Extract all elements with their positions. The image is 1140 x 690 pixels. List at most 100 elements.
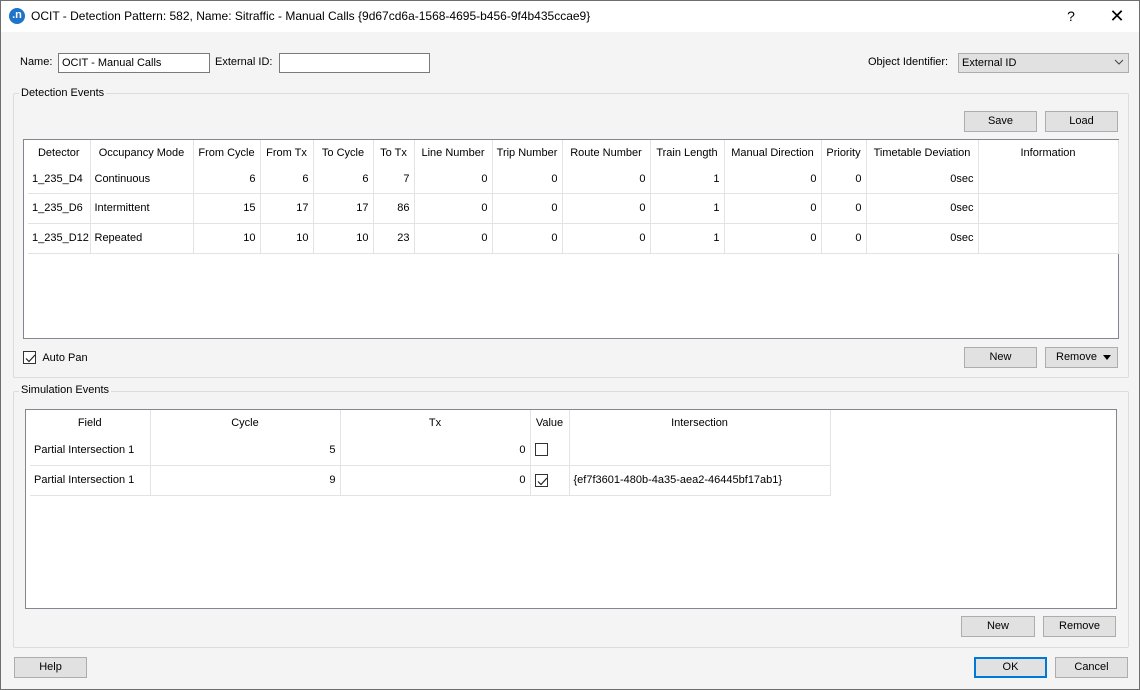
cell-priority[interactable]: 0 [821, 165, 867, 194]
cell-from-tx[interactable]: 17 [260, 193, 314, 224]
cell-from-tx[interactable]: 10 [260, 223, 314, 254]
table-row[interactable]: Partial Intersection 1 5 0 [30, 435, 831, 466]
cell-route-number[interactable]: 0 [562, 223, 651, 254]
cancel-button[interactable]: Cancel [1055, 657, 1128, 678]
column-header-to-cycle[interactable]: To Cycle [313, 140, 374, 165]
column-header-manual-direction[interactable]: Manual Direction [724, 140, 822, 165]
cell-intersection[interactable] [569, 435, 831, 466]
table-row[interactable]: 1_235_D4 Continuous 6 6 6 7 0 0 0 1 0 0 … [28, 165, 1119, 194]
simulation-header-row: Field Cycle Tx Value Intersection [30, 410, 831, 435]
close-icon[interactable]: ✕ [1094, 1, 1140, 32]
save-button[interactable]: Save [964, 111, 1037, 132]
column-header-detector[interactable]: Detector [28, 140, 91, 165]
cell-detector[interactable]: 1_235_D6 [28, 193, 91, 224]
cell-information[interactable] [978, 193, 1119, 224]
cell-to-tx[interactable]: 86 [373, 193, 415, 224]
detection-remove-button[interactable]: Remove [1045, 347, 1118, 368]
column-header-field[interactable]: Field [30, 410, 151, 435]
column-header-information[interactable]: Information [978, 140, 1119, 165]
column-header-value[interactable]: Value [530, 410, 570, 435]
cell-train-length[interactable]: 1 [650, 165, 725, 194]
cell-field[interactable]: Partial Intersection 1 [30, 435, 151, 466]
cell-to-cycle[interactable]: 17 [313, 193, 374, 224]
auto-pan-check-box[interactable] [23, 351, 36, 365]
column-header-trip-number[interactable]: Trip Number [492, 140, 563, 165]
table-row[interactable]: Partial Intersection 1 9 0 {ef7f3601-480… [30, 465, 831, 496]
cell-timetable-deviation[interactable]: 0sec [866, 165, 979, 194]
cell-line-number[interactable]: 0 [414, 165, 493, 194]
cell-manual-direction[interactable]: 0 [724, 165, 822, 194]
column-header-cycle[interactable]: Cycle [150, 410, 341, 435]
cell-line-number[interactable]: 0 [414, 223, 493, 254]
simulation-events-title: Simulation Events [19, 384, 112, 396]
auto-pan-checkbox[interactable]: Auto Pan [23, 350, 88, 365]
cell-to-tx[interactable]: 23 [373, 223, 415, 254]
detection-new-button[interactable]: New [964, 347, 1037, 368]
cell-trip-number[interactable]: 0 [492, 165, 563, 194]
cell-manual-direction[interactable]: 0 [724, 223, 822, 254]
column-header-intersection[interactable]: Intersection [569, 410, 831, 435]
help-question-icon[interactable]: ? [1048, 1, 1094, 32]
cell-train-length[interactable]: 1 [650, 223, 725, 254]
cell-train-length[interactable]: 1 [650, 193, 725, 224]
column-header-line-number[interactable]: Line Number [414, 140, 493, 165]
cell-timetable-deviation[interactable]: 0sec [866, 223, 979, 254]
cell-from-cycle[interactable]: 6 [193, 165, 261, 194]
column-header-route-number[interactable]: Route Number [562, 140, 651, 165]
cell-from-tx[interactable]: 6 [260, 165, 314, 194]
cell-intersection[interactable]: {ef7f3601-480b-4a35-aea2-46445bf17ab1} [569, 465, 831, 496]
cell-from-cycle[interactable]: 15 [193, 193, 261, 224]
value-checkbox[interactable] [534, 443, 548, 457]
cell-field[interactable]: Partial Intersection 1 [30, 465, 151, 496]
simulation-new-button[interactable]: New [961, 616, 1035, 637]
dropdown-arrow-icon[interactable] [1103, 355, 1111, 360]
cell-timetable-deviation[interactable]: 0sec [866, 193, 979, 224]
table-row[interactable]: 1_235_D6 Intermittent 15 17 17 86 0 0 0 … [28, 193, 1119, 224]
load-button[interactable]: Load [1045, 111, 1118, 132]
title-bar: .n OCIT - Detection Pattern: 582, Name: … [1, 1, 1139, 32]
column-header-priority[interactable]: Priority [821, 140, 867, 165]
cell-line-number[interactable]: 0 [414, 193, 493, 224]
cell-cycle[interactable]: 9 [150, 465, 341, 496]
cell-information[interactable] [978, 165, 1119, 194]
cell-detector[interactable]: 1_235_D12 [28, 223, 91, 254]
cell-to-cycle[interactable]: 6 [313, 165, 374, 194]
cell-tx[interactable]: 0 [340, 435, 531, 466]
cell-value[interactable] [530, 435, 570, 466]
cell-from-cycle[interactable]: 10 [193, 223, 261, 254]
cell-trip-number[interactable]: 0 [492, 223, 563, 254]
column-header-from-cycle[interactable]: From Cycle [193, 140, 261, 165]
cell-cycle[interactable]: 5 [150, 435, 341, 466]
column-header-from-tx[interactable]: From Tx [260, 140, 314, 165]
help-button[interactable]: Help [14, 657, 87, 678]
cell-route-number[interactable]: 0 [562, 193, 651, 224]
cell-priority[interactable]: 0 [821, 223, 867, 254]
column-header-train-length[interactable]: Train Length [650, 140, 725, 165]
ok-button[interactable]: OK [974, 657, 1047, 678]
object-identifier-select[interactable]: External ID [958, 53, 1129, 73]
cell-to-tx[interactable]: 7 [373, 165, 415, 194]
external-id-input[interactable] [279, 53, 430, 73]
table-row[interactable]: 1_235_D12 Repeated 10 10 10 23 0 0 0 1 0… [28, 223, 1119, 254]
cell-trip-number[interactable]: 0 [492, 193, 563, 224]
cell-detector[interactable]: 1_235_D4 [28, 165, 91, 194]
cell-value[interactable] [530, 465, 570, 496]
cell-route-number[interactable]: 0 [562, 165, 651, 194]
cell-priority[interactable]: 0 [821, 193, 867, 224]
cell-tx[interactable]: 0 [340, 465, 531, 496]
column-header-to-tx[interactable]: To Tx [373, 140, 415, 165]
cell-manual-direction[interactable]: 0 [724, 193, 822, 224]
app-icon: .n [9, 8, 25, 24]
name-input[interactable] [58, 53, 210, 73]
value-checkbox[interactable] [534, 473, 548, 487]
cell-occupancy-mode[interactable]: Intermittent [90, 193, 194, 224]
cell-occupancy-mode[interactable]: Repeated [90, 223, 194, 254]
column-header-timetable-deviation[interactable]: Timetable Deviation [866, 140, 979, 165]
detection-events-title: Detection Events [19, 87, 107, 99]
simulation-remove-button[interactable]: Remove [1043, 616, 1116, 637]
cell-information[interactable] [978, 223, 1119, 254]
cell-to-cycle[interactable]: 10 [313, 223, 374, 254]
column-header-occupancy-mode[interactable]: Occupancy Mode [90, 140, 194, 165]
cell-occupancy-mode[interactable]: Continuous [90, 165, 194, 194]
column-header-tx[interactable]: Tx [340, 410, 531, 435]
